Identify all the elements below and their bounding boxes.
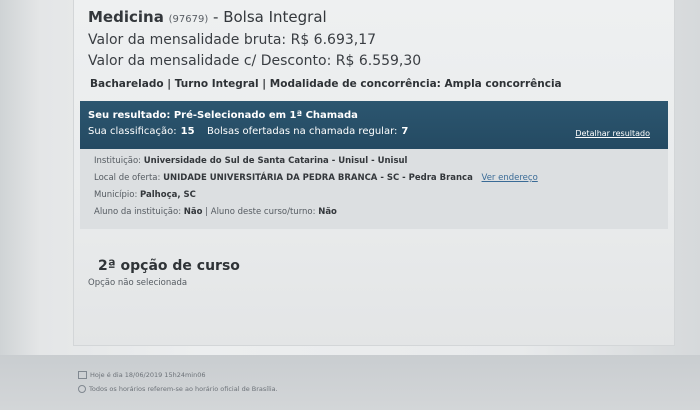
city-value: Palhoça, SC xyxy=(140,190,196,200)
course-modality: Bacharelado | Turno Integral | Modalidad… xyxy=(90,78,562,90)
offer-place-label: Local de oferta: xyxy=(94,173,161,183)
view-address-link[interactable]: Ver endereço xyxy=(482,173,538,183)
result-label: Seu resultado: xyxy=(88,110,171,121)
discount-price-value: R$ 6.559,30 xyxy=(335,53,422,69)
discount-price-label: Valor da mensalidade c/ Desconto: xyxy=(88,53,332,69)
offer-place-row: Local de oferta: UNIDADE UNIVERSITÁRIA D… xyxy=(94,173,538,183)
footer-timezone-text: Todos os horários referem-se ao horário … xyxy=(89,385,278,393)
student-inst-value: Não xyxy=(183,207,203,217)
city-row: Município: Palhoça, SC xyxy=(94,190,196,200)
institution-label: Instituição: xyxy=(94,156,142,166)
classification-label: Sua classificação: xyxy=(88,126,177,137)
course-scholarship: - Bolsa Integral xyxy=(213,8,327,26)
student-course-value: Não xyxy=(318,207,337,217)
city-label: Município: xyxy=(94,190,138,200)
second-option-status: Opção não selecionada xyxy=(88,278,188,288)
clock-icon xyxy=(78,385,86,393)
student-course-label: Aluno deste curso/turno: xyxy=(210,207,316,217)
student-inst-label: Aluno da instituição: xyxy=(94,207,182,217)
gross-price-label: Valor da mensalidade bruta: xyxy=(88,32,287,48)
course-name: Medicina xyxy=(88,8,164,26)
status-separator: | xyxy=(205,207,209,217)
institution-value: Universidade do Sul de Santa Catarina - … xyxy=(143,156,408,166)
offered-value: 7 xyxy=(401,126,409,137)
offer-place-value: UNIDADE UNIVERSITÁRIA DA PEDRA BRANCA - … xyxy=(163,173,473,183)
footer-date-text: Hoje é dia 18/06/2019 15h24min06 xyxy=(90,371,206,379)
student-status-row: Aluno da instituição: Não | Aluno deste … xyxy=(94,207,337,217)
footer-timezone-line: Todos os horários referem-se ao horário … xyxy=(78,385,278,393)
result-value: Pré-Selecionado em 1ª Chamada xyxy=(173,110,358,121)
classification: Sua classificação: 15 xyxy=(88,126,195,137)
offered-label: Bolsas ofertadas na chamada regular: xyxy=(207,126,398,137)
institution-info: Instituição: Universidade do Sul de Sant… xyxy=(80,149,668,229)
discount-price: Valor da mensalidade c/ Desconto: R$ 6.5… xyxy=(88,53,421,69)
footer: Hoje é dia 18/06/2019 15h24min06 Todos o… xyxy=(0,355,700,410)
course-code: (97679) xyxy=(168,14,209,25)
result-status: Seu resultado: Pré-Selecionado em 1ª Cha… xyxy=(88,110,358,121)
calendar-icon xyxy=(78,371,87,379)
gross-price: Valor da mensalidade bruta: R$ 6.693,17 xyxy=(88,32,376,48)
second-option-title: 2ª opção de curso xyxy=(98,258,240,274)
classification-value: 15 xyxy=(180,126,195,137)
gross-price-value: R$ 6.693,17 xyxy=(290,32,377,48)
institution-row: Instituição: Universidade do Sul de Sant… xyxy=(94,156,407,166)
offered-scholarships: Bolsas ofertadas na chamada regular: 7 xyxy=(207,126,408,137)
detail-result-link[interactable]: Detalhar resultado xyxy=(575,129,650,138)
course-title: Medicina (97679) - Bolsa Integral xyxy=(88,8,327,26)
result-banner: Seu resultado: Pré-Selecionado em 1ª Cha… xyxy=(80,101,668,149)
footer-date-line: Hoje é dia 18/06/2019 15h24min06 xyxy=(78,371,206,379)
